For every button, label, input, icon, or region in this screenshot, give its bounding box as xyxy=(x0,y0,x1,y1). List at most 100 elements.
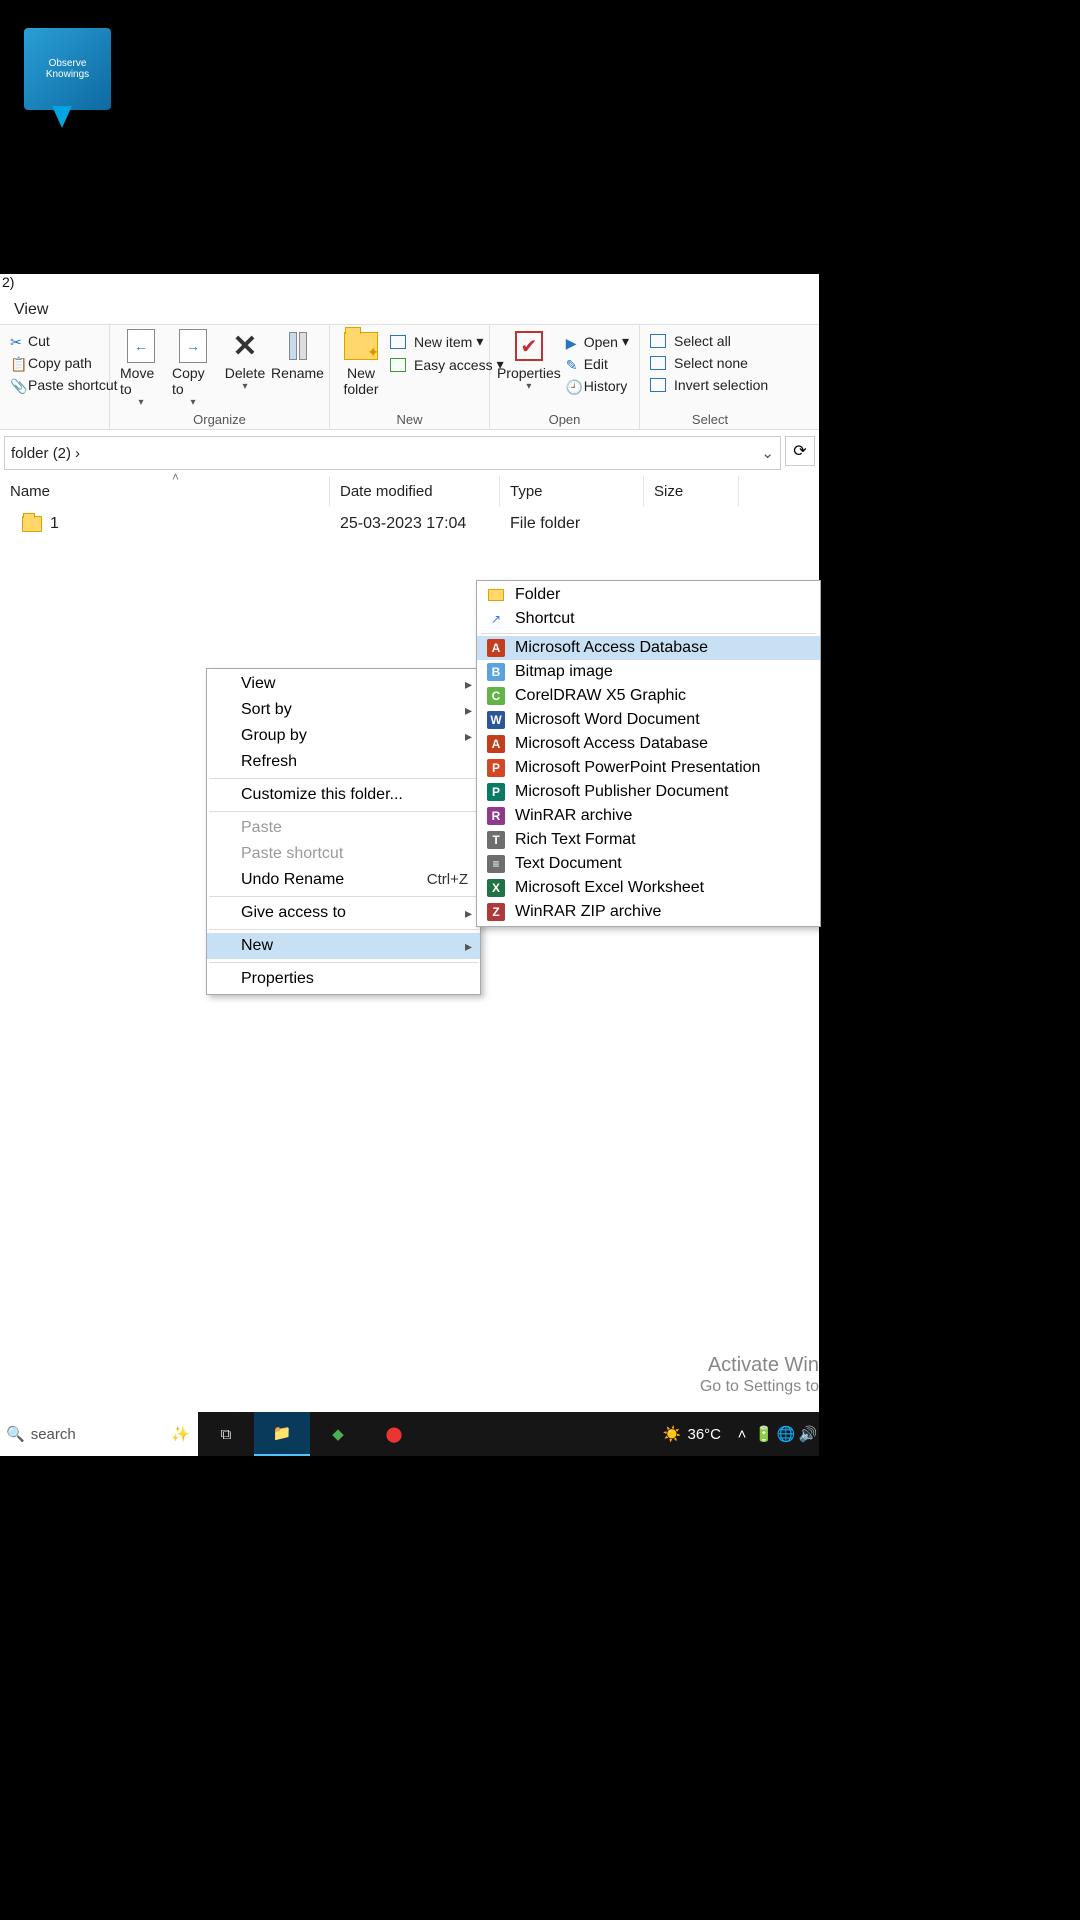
ctx-undo-rename[interactable]: Undo RenameCtrl+Z xyxy=(207,867,480,893)
new-rich-text-format[interactable]: TRich Text Format xyxy=(477,828,820,852)
new-microsoft-access-database[interactable]: AMicrosoft Access Database xyxy=(477,636,820,660)
select-none-button[interactable]: Select none xyxy=(646,353,752,373)
col-type[interactable]: Type xyxy=(500,476,644,506)
taskbar-app-record[interactable]: ⬤ xyxy=(366,1412,422,1456)
paste-shortcut-button[interactable]: 📎Paste shortcut xyxy=(6,375,122,395)
new-microsoft-publisher-document[interactable]: PMicrosoft Publisher Document xyxy=(477,780,820,804)
new-microsoft-word-document[interactable]: WMicrosoft Word Document xyxy=(477,708,820,732)
select-none-icon xyxy=(650,356,666,370)
ribbon-tabs: View xyxy=(0,296,819,324)
scissors-icon: ✂ xyxy=(10,334,24,348)
task-view-button[interactable]: ⧉ xyxy=(198,1412,254,1456)
copy-path-button[interactable]: 📋Copy path xyxy=(6,353,96,373)
filetype-icon: B xyxy=(487,663,505,681)
ctx-properties[interactable]: Properties xyxy=(207,966,480,992)
new-winrar-archive[interactable]: RWinRAR archive xyxy=(477,804,820,828)
move-to-button[interactable]: Move to xyxy=(116,327,166,410)
filetype-icon: A xyxy=(487,639,505,657)
tray-volume-icon[interactable]: 🔊 xyxy=(797,1425,819,1443)
folder-icon xyxy=(22,516,42,532)
new-folder-button[interactable]: New folder xyxy=(336,327,386,399)
filetype-icon: P xyxy=(487,759,505,777)
filetype-icon: W xyxy=(487,711,505,729)
group-select-label: Select xyxy=(646,412,774,429)
window-title: 2) xyxy=(0,274,819,296)
taskbar: 🔍search✨ ⧉ 📁 ◆ ⬤ ☀️36°C ˄ 🔋 🌐 🔊 xyxy=(0,1412,819,1456)
chevron-right-icon: › xyxy=(75,445,80,462)
taskbar-search[interactable]: 🔍search✨ xyxy=(0,1412,198,1456)
col-name[interactable]: Name˄ xyxy=(0,476,330,506)
cut-button[interactable]: ✂Cut xyxy=(6,331,54,351)
sort-asc-icon: ˄ xyxy=(172,470,179,484)
task-view-icon: ⧉ xyxy=(221,1426,232,1443)
sparkle-icon: ✨ xyxy=(171,1425,198,1443)
new-microsoft-excel-worksheet[interactable]: XMicrosoft Excel Worksheet xyxy=(477,876,820,900)
filetype-icon xyxy=(487,586,505,604)
desktop-shortcut-label: Observe Knowings xyxy=(28,58,107,80)
refresh-button[interactable]: ⟳ xyxy=(785,436,815,466)
app-icon: ◆ xyxy=(332,1425,344,1443)
chevron-right-icon: ▸ xyxy=(465,702,472,719)
col-date[interactable]: Date modified xyxy=(330,476,500,506)
address-bar[interactable]: folder (2)› ⌄ xyxy=(4,436,781,470)
new-coreldraw-x-graphic[interactable]: CCorelDRAW X5 Graphic xyxy=(477,684,820,708)
ctx-new[interactable]: New▸ xyxy=(207,933,480,959)
new-microsoft-access-database[interactable]: AMicrosoft Access Database xyxy=(477,732,820,756)
col-size[interactable]: Size xyxy=(644,476,739,506)
move-to-icon xyxy=(124,329,158,363)
ctx-give-access-to[interactable]: Give access to▸ xyxy=(207,900,480,926)
filetype-icon: Z xyxy=(487,903,505,921)
copy-path-icon: 📋 xyxy=(10,356,24,370)
filetype-icon: A xyxy=(487,735,505,753)
ctx-sort-by[interactable]: Sort by▸ xyxy=(207,697,480,723)
edit-icon: ✎ xyxy=(566,357,580,371)
filetype-icon: R xyxy=(487,807,505,825)
ctx-group-by[interactable]: Group by▸ xyxy=(207,723,480,749)
ctx-view[interactable]: View▸ xyxy=(207,671,480,697)
file-type: File folder xyxy=(500,515,644,533)
open-icon: ▶ xyxy=(566,335,580,349)
group-organize-label: Organize xyxy=(116,412,323,429)
open-button[interactable]: ▶Open ▾ xyxy=(562,331,633,352)
ctx-refresh[interactable]: Refresh xyxy=(207,749,480,775)
rename-icon xyxy=(281,329,315,363)
new-bitmap-image[interactable]: BBitmap image xyxy=(477,660,820,684)
copy-to-button[interactable]: Copy to xyxy=(168,327,218,410)
properties-button[interactable]: ✔Properties xyxy=(496,327,562,394)
select-all-button[interactable]: Select all xyxy=(646,331,735,351)
tray-network-icon[interactable]: 🌐 xyxy=(775,1425,797,1443)
filetype-icon: ↗ xyxy=(487,610,505,628)
refresh-icon: ⟳ xyxy=(793,441,806,461)
ctx-paste-shortcut: Paste shortcut xyxy=(207,841,480,867)
ctx-customize-this-folder-[interactable]: Customize this folder... xyxy=(207,782,480,808)
new-winrar-zip-archive[interactable]: ZWinRAR ZIP archive xyxy=(477,900,820,924)
delete-icon: ✕ xyxy=(228,329,262,363)
edit-button[interactable]: ✎Edit xyxy=(562,354,633,374)
breadcrumb[interactable]: folder (2) xyxy=(11,445,71,462)
tab-view[interactable]: View xyxy=(0,299,62,321)
taskbar-app-green[interactable]: ◆ xyxy=(310,1412,366,1456)
desktop-shortcut[interactable]: Observe Knowings xyxy=(24,28,111,110)
file-name: 1 xyxy=(50,515,59,533)
tray-expand[interactable]: ˄ xyxy=(731,1426,753,1443)
file-row[interactable]: 1 25-03-2023 17:04 File folder xyxy=(0,506,819,542)
taskbar-weather[interactable]: ☀️36°C xyxy=(653,1425,731,1443)
invert-selection-button[interactable]: Invert selection xyxy=(646,375,772,395)
weather-icon: ☀️ xyxy=(663,1425,682,1443)
properties-icon: ✔ xyxy=(512,329,546,363)
record-icon: ⬤ xyxy=(386,1425,403,1443)
new-text-document[interactable]: ≡Text Document xyxy=(477,852,820,876)
history-button[interactable]: 🕘History xyxy=(562,376,633,396)
easy-access-icon xyxy=(390,358,406,372)
rename-button[interactable]: Rename xyxy=(272,327,323,383)
new-folder-icon xyxy=(344,329,378,363)
taskbar-file-explorer[interactable]: 📁 xyxy=(254,1412,310,1456)
new-microsoft-powerpoint-presentation[interactable]: PMicrosoft PowerPoint Presentation xyxy=(477,756,820,780)
new-shortcut[interactable]: ↗Shortcut xyxy=(477,607,820,631)
history-icon: 🕘 xyxy=(566,379,580,393)
chevron-down-icon[interactable]: ⌄ xyxy=(761,444,774,462)
delete-button[interactable]: ✕Delete xyxy=(220,327,270,394)
invert-selection-icon xyxy=(650,378,666,392)
new-folder[interactable]: Folder xyxy=(477,583,820,607)
tray-battery-icon[interactable]: 🔋 xyxy=(753,1425,775,1443)
